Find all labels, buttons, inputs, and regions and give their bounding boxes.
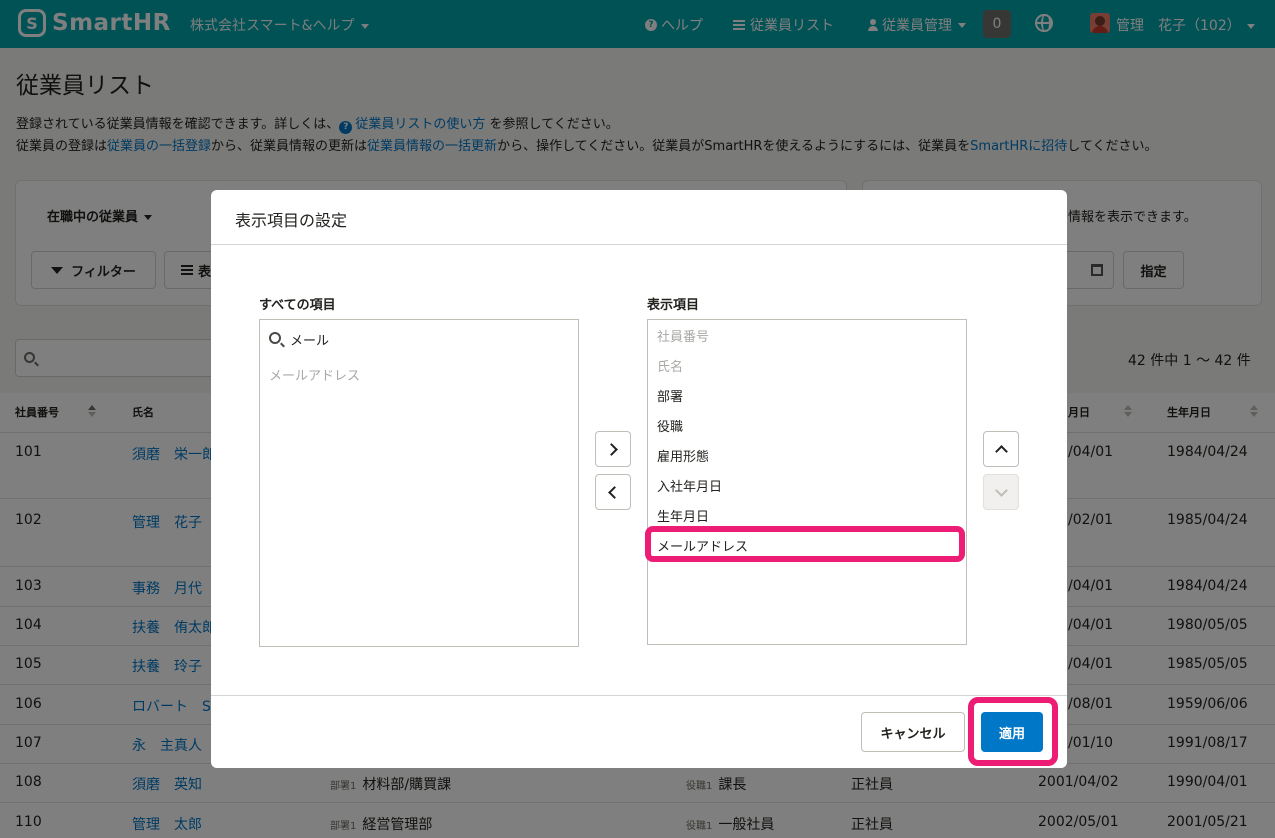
all-items-list[interactable]	[259, 358, 579, 647]
list-item-selected[interactable]: メールアドレス	[657, 536, 748, 555]
list-item[interactable]: 雇用形態	[657, 446, 709, 465]
apply-button[interactable]: 適用	[981, 712, 1043, 752]
search-icon	[269, 332, 281, 344]
divider	[211, 244, 1067, 245]
list-item[interactable]: 入社年月日	[657, 476, 722, 495]
chevron-up-icon	[994, 444, 1008, 458]
move-up-button[interactable]	[983, 431, 1019, 467]
all-items-label: すべての項目	[259, 298, 336, 313]
chevron-right-icon	[605, 442, 618, 456]
move-down-button[interactable]	[983, 474, 1019, 510]
display-settings-dialog: 表示項目の設定 すべての項目 メール メールアドレス 表示項目 社員番号 氏名 …	[211, 190, 1067, 768]
chevron-left-icon	[608, 485, 621, 499]
display-items-label: 表示項目	[647, 298, 700, 313]
list-item: 社員番号	[657, 330, 710, 345]
add-item-button[interactable]	[595, 431, 631, 467]
list-item[interactable]: 役職	[657, 416, 683, 435]
dialog-title: 表示項目の設定	[235, 211, 348, 230]
remove-item-button[interactable]	[595, 474, 631, 510]
cancel-button[interactable]: キャンセル	[861, 712, 965, 752]
list-item[interactable]: メールアドレス	[269, 365, 360, 384]
list-item[interactable]: 部署	[657, 386, 683, 405]
chevron-down-icon	[994, 483, 1008, 497]
item-search-value: メール	[290, 334, 330, 349]
list-item[interactable]: 生年月日	[657, 506, 709, 525]
list-item: 氏名	[657, 360, 684, 375]
divider	[211, 695, 1067, 696]
